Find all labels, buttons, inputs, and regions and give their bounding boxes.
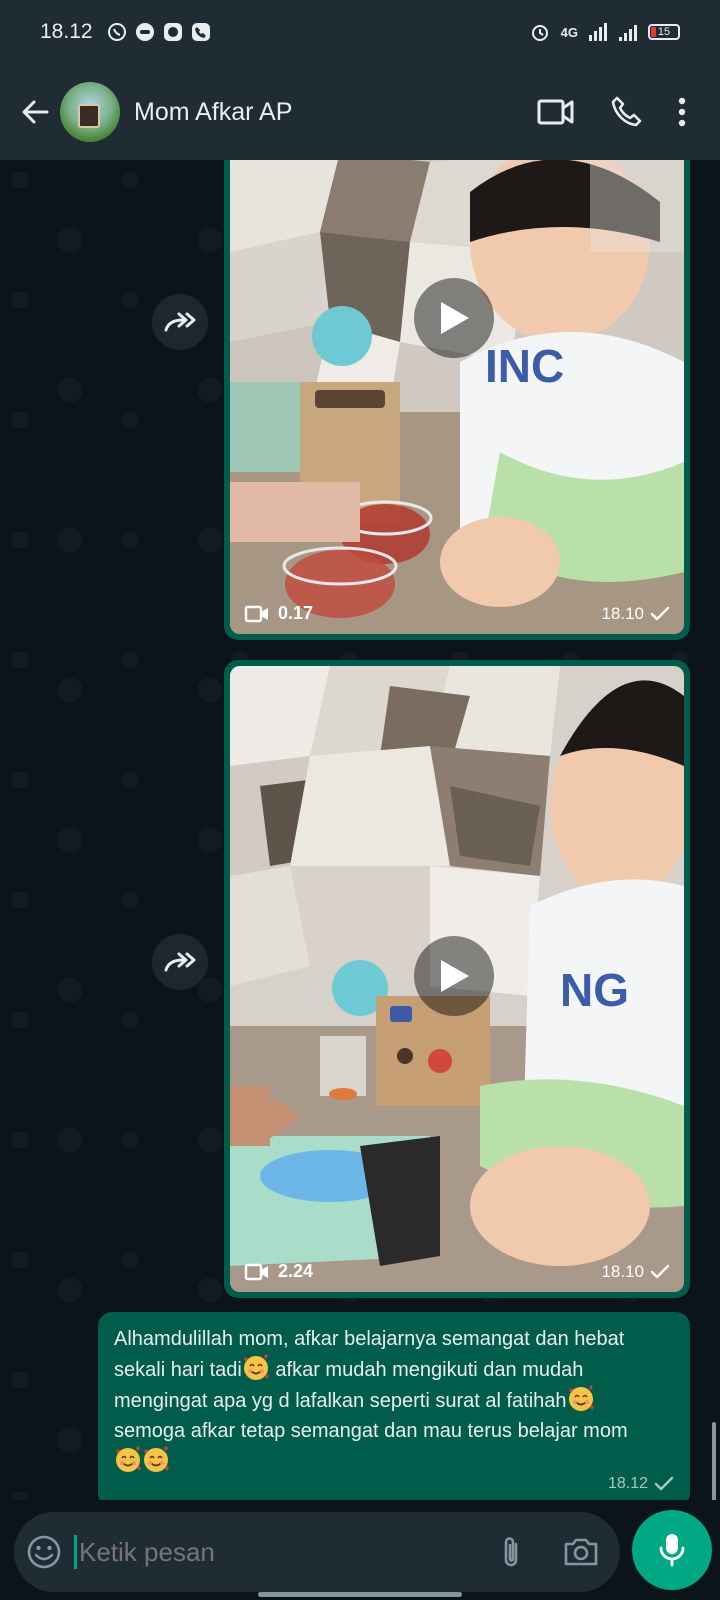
avatar[interactable] xyxy=(60,82,120,142)
video-thumbnail[interactable]: NG 2.24 18.10 xyxy=(230,666,684,1292)
forward-button[interactable] xyxy=(152,294,208,350)
video-message[interactable]: INC 0.17 18.10 xyxy=(224,160,690,640)
message-input[interactable] xyxy=(74,1535,454,1569)
smiling-face-with-hearts-icon xyxy=(116,1446,141,1472)
sent-check-icon xyxy=(650,606,670,621)
contact-name[interactable]: Mom Afkar AP xyxy=(134,98,292,127)
video-camera-icon xyxy=(244,605,268,622)
status-time: 18.12 xyxy=(40,20,93,43)
video-thumbnail[interactable]: INC 0.17 18.10 xyxy=(230,160,684,634)
camera-icon[interactable] xyxy=(562,1535,600,1569)
message-line: mengingat apa yg d lafalkan seperti sura… xyxy=(114,1385,674,1416)
video-duration: 0.17 xyxy=(278,603,314,623)
sent-check-icon xyxy=(650,1264,670,1279)
network-label: 4G xyxy=(560,24,578,40)
smiling-face-with-hearts-icon xyxy=(144,1446,169,1472)
svg-text:NG: NG xyxy=(560,964,629,1016)
status-bar: 18.12 4G 15 xyxy=(0,0,720,64)
header-actions xyxy=(536,95,686,129)
scrollbar[interactable] xyxy=(712,1422,716,1500)
svg-text:INC: INC xyxy=(485,340,564,392)
message-time: 18.10 xyxy=(601,1262,644,1281)
video-duration-badge: 0.17 xyxy=(244,603,313,624)
play-icon xyxy=(441,302,469,334)
sent-check-icon xyxy=(654,1476,674,1491)
video-duration-badge: 2.24 xyxy=(244,1261,313,1282)
forward-icon xyxy=(164,952,196,972)
forward-icon xyxy=(164,312,196,332)
whatsapp-icon xyxy=(107,23,126,41)
message-line: sekali hari tadi afkar mudah mengikuti d… xyxy=(114,1354,674,1385)
composer-bar xyxy=(0,1500,720,1600)
chat-icon xyxy=(135,23,154,41)
video-call-icon[interactable] xyxy=(536,97,576,127)
message-timestamp: 18.12 xyxy=(608,1469,674,1499)
smiling-face-with-hearts-icon xyxy=(243,1354,269,1380)
message-line xyxy=(114,1446,674,1477)
video-timestamp: 18.10 xyxy=(601,604,670,624)
video-duration: 2.24 xyxy=(278,1261,314,1281)
chat-header: Mom Afkar AP xyxy=(0,64,720,160)
more-options-icon[interactable] xyxy=(678,97,686,127)
attach-icon[interactable] xyxy=(496,1534,526,1570)
back-button[interactable] xyxy=(10,87,60,137)
message-input-container xyxy=(14,1512,620,1592)
forward-button[interactable] xyxy=(152,934,208,990)
voice-call-icon[interactable] xyxy=(610,95,644,129)
video-camera-icon xyxy=(244,1263,268,1280)
play-button[interactable] xyxy=(414,278,494,358)
battery-icon: 15 xyxy=(648,24,680,40)
notification-icons xyxy=(107,22,211,42)
emoji-icon[interactable] xyxy=(26,1534,62,1570)
messenger-icon xyxy=(163,23,182,41)
message-line: Alhamdulillah mom, afkar belajarnya sema… xyxy=(114,1328,625,1350)
alarm-icon xyxy=(531,25,548,41)
video-timestamp: 18.10 xyxy=(601,1262,670,1282)
text-message[interactable]: Alhamdulillah mom, afkar belajarnya sema… xyxy=(98,1312,690,1500)
video-message[interactable]: NG 2.24 18.10 xyxy=(224,660,690,1298)
play-icon xyxy=(441,960,469,992)
smiling-face-with-hearts-icon xyxy=(568,1385,594,1411)
phone-app-icon xyxy=(191,23,210,41)
voice-message-button[interactable] xyxy=(632,1510,712,1590)
play-button[interactable] xyxy=(414,936,494,1016)
battery-level: 15 xyxy=(657,26,671,38)
signal-icon-2 xyxy=(619,25,637,41)
system-icons: 4G 15 xyxy=(529,21,680,43)
message-time: 18.10 xyxy=(601,604,644,623)
video-frame: INC xyxy=(230,160,684,634)
signal-icon xyxy=(589,23,607,41)
mic-icon xyxy=(659,1534,685,1567)
message-line: semoga afkar tetap semangat dan mau teru… xyxy=(114,1420,628,1442)
back-arrow-icon xyxy=(22,100,49,124)
home-indicator[interactable] xyxy=(258,1592,462,1597)
message-time: 18.12 xyxy=(607,1475,648,1492)
chat-area[interactable]: INC 0.17 18.10 NG 2.24 18.10 Alhamdulill… xyxy=(0,160,720,1500)
